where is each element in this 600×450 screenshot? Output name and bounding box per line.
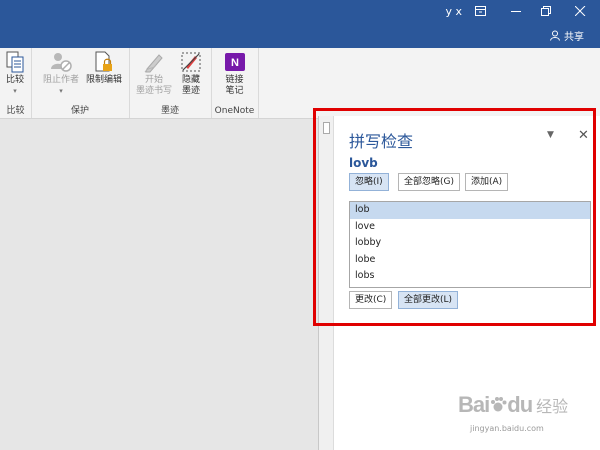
restrict-editing-label: 限制编辑: [85, 75, 122, 85]
onenote-icon: N: [224, 53, 245, 71]
close-window-button[interactable]: [566, 2, 596, 22]
lock-document-icon: [95, 51, 112, 72]
svg-text:N: N: [231, 57, 239, 69]
compare-button[interactable]: 比较 ▾: [3, 51, 27, 97]
restore-button[interactable]: [532, 2, 562, 22]
hide-ink-label-2: 墨迹: [181, 86, 200, 96]
watermark-brand-suffix: du: [507, 392, 533, 417]
close-icon: [575, 6, 586, 16]
compare-label: 比较: [5, 75, 24, 85]
group-label-protect: 保护: [70, 106, 89, 116]
group-ink: 开始 墨迹书写 隐藏 墨迹 墨迹: [129, 48, 212, 118]
block-authors-label: 阻止作者: [42, 75, 79, 85]
watermark-brand: Bai: [458, 392, 490, 417]
share-button[interactable]: 共享: [550, 28, 584, 43]
group-label-ink: 墨迹: [160, 106, 179, 116]
pen-icon: [144, 54, 163, 73]
group-label-onenote: OneNote: [214, 106, 255, 116]
minimize-icon: [511, 11, 521, 12]
restrict-editing-button[interactable]: 限制编辑: [83, 51, 125, 86]
chevron-down-icon: ▾: [59, 87, 63, 95]
minimize-button[interactable]: [502, 2, 532, 22]
baidu-watermark: Bai du 经验: [458, 392, 568, 418]
hide-ink-label-1: 隐藏: [181, 75, 200, 85]
group-onenote: N 链接 笔记 OneNote: [211, 48, 259, 118]
hide-ink-button[interactable]: 隐藏 墨迹: [176, 51, 206, 97]
user-name[interactable]: y x: [445, 5, 462, 18]
block-authors-icon: [51, 53, 72, 72]
paw-icon: [491, 397, 507, 412]
start-inking-button[interactable]: 开始 墨迹书写: [134, 51, 174, 97]
watermark-url: jingyan.baidu.com: [470, 424, 544, 433]
link-notes-button[interactable]: N 链接 笔记: [219, 51, 250, 97]
watermark-cn: 经验: [536, 397, 569, 416]
restore-icon: [541, 6, 551, 16]
compare-icon: [6, 51, 24, 73]
group-protect: 阻止作者 ▾ 限制编辑 保护: [31, 48, 130, 118]
highlight-box: [313, 108, 596, 326]
title-bar: y x 共享: [0, 0, 600, 48]
start-inking-label-2: 墨迹书写: [135, 86, 172, 96]
link-notes-label-2: 笔记: [225, 86, 244, 96]
group-label-compare: 比较: [6, 106, 25, 116]
ribbon-display-options-button[interactable]: [466, 2, 496, 22]
group-compare: 比较 ▾ 比较: [0, 48, 32, 118]
chevron-down-icon: ▾: [13, 87, 17, 95]
ribbon-display-icon: [475, 6, 486, 16]
hide-ink-icon: [181, 52, 201, 72]
block-authors-button[interactable]: 阻止作者 ▾: [41, 51, 81, 97]
share-label: 共享: [564, 32, 584, 43]
person-icon: [550, 30, 560, 41]
link-notes-label-1: 链接: [225, 75, 244, 85]
start-inking-label-1: 开始: [144, 75, 163, 85]
